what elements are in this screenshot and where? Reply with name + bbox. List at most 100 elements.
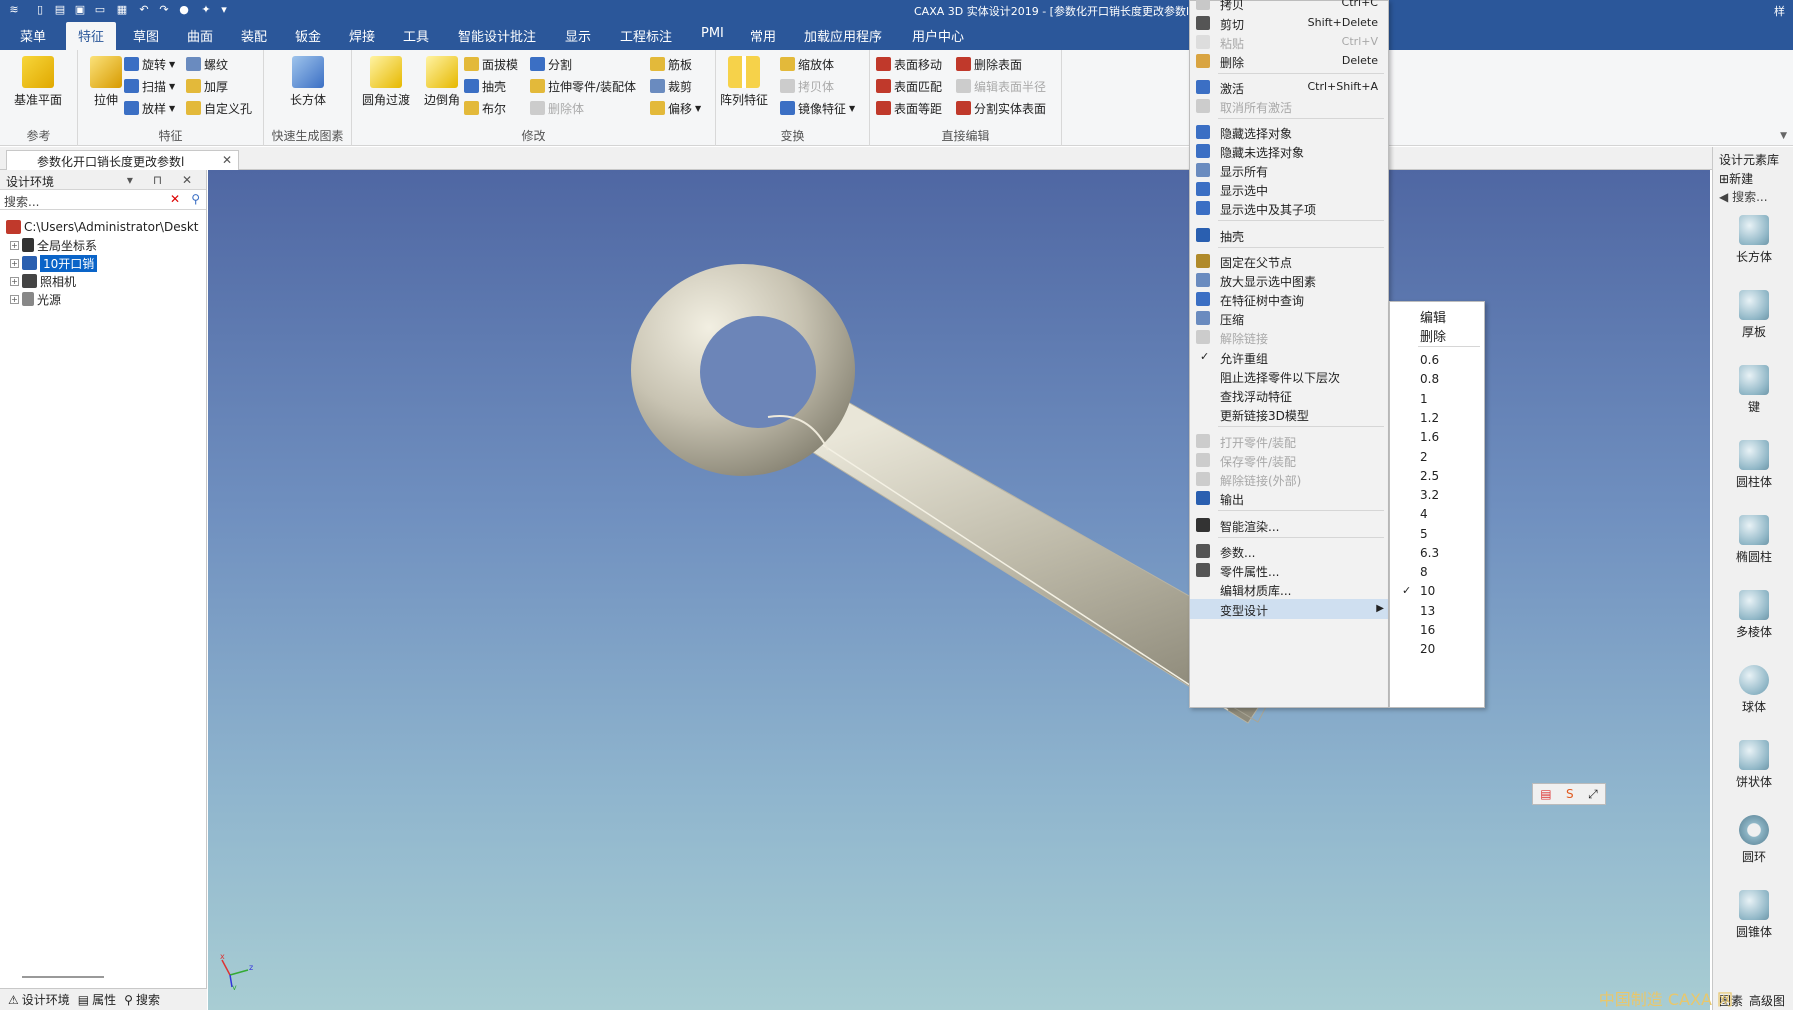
tab-sketch[interactable]: 草图 [133, 26, 159, 45]
menu-item-shell[interactable]: 抽壳 [1190, 225, 1388, 245]
menu-item-variant-design[interactable]: 变型设计 ▶ [1190, 599, 1388, 619]
menu-item-edit-material[interactable]: 编辑材质库... [1190, 579, 1388, 599]
submenu-size[interactable]: 3.2 [1390, 485, 1484, 505]
library-item-cone[interactable]: 圆锥体 [1727, 890, 1781, 940]
menu-item-hide-selected[interactable]: 隐藏选择对象 [1190, 122, 1388, 142]
menu-item-open-part[interactable]: 打开零件/装配 [1190, 431, 1388, 451]
menu-item-unlink-external[interactable]: 解除链接(外部) [1190, 469, 1388, 489]
delete-face-button[interactable]: 删除表面 [956, 54, 1022, 74]
library-item-slab[interactable]: 厚板 [1727, 290, 1781, 340]
library-item-cylinder[interactable]: 圆柱体 [1727, 440, 1781, 490]
open-icon[interactable]: ▤ [52, 2, 68, 16]
tab-engineering-annotation[interactable]: 工程标注 [620, 26, 672, 45]
menu-item-paste[interactable]: 粘贴 Ctrl+V [1190, 32, 1388, 52]
customize-icon[interactable]: ▾ [216, 2, 232, 16]
clear-search-icon[interactable]: ✕ [170, 192, 180, 206]
tree-root[interactable]: C:\Users\Administrator\Deskt [6, 218, 199, 236]
tab-weld[interactable]: 焊接 [349, 26, 375, 45]
submenu-size[interactable]: 6.3 [1390, 543, 1484, 563]
menu-item-activate[interactable]: 激活 Ctrl+Shift+A [1190, 77, 1388, 97]
loft-button[interactable]: 放样 ▼ [124, 98, 175, 118]
tab-load-apps[interactable]: 加载应用程序 [804, 26, 882, 45]
expand-icon[interactable]: + [10, 258, 19, 268]
horizontal-scrollbar[interactable] [22, 976, 104, 978]
menu-item-fix-parent[interactable]: 固定在父节点 [1190, 251, 1388, 271]
tab-search[interactable]: 搜索 [136, 991, 160, 1008]
submenu-size-checked[interactable]: ✓ 10 [1390, 581, 1484, 601]
tab-tools[interactable]: 工具 [403, 26, 429, 45]
new-library-button[interactable]: 新建 [1729, 172, 1753, 186]
folder-icon[interactable]: ▭ [92, 2, 108, 16]
match-face-button[interactable]: 表面匹配 [876, 76, 942, 96]
menu-item-allow-regroup[interactable]: ✓ 允许重组 [1190, 347, 1388, 367]
menu-item-parameters[interactable]: 参数... [1190, 541, 1388, 561]
menu-item-show-selected-children[interactable]: 显示选中及其子项 [1190, 198, 1388, 218]
menu-item-zoom-selected[interactable]: 放大显示选中图素 [1190, 270, 1388, 290]
pdf-icon[interactable]: ▤ [1540, 787, 1551, 801]
scale-body-button[interactable]: 缩放体 [780, 54, 834, 74]
tab-feature[interactable]: 特征 [66, 22, 117, 50]
expand-icon[interactable]: ⤢ [1588, 787, 1598, 802]
menu-item-show-all[interactable]: 显示所有 [1190, 160, 1388, 180]
tab-smart-annotation[interactable]: 智能设计批注 [458, 26, 536, 45]
boolean-button[interactable]: 布尔 [464, 98, 506, 118]
menu-item-suppress[interactable]: 压缩 [1190, 308, 1388, 328]
offset-button[interactable]: 偏移 ▼ [650, 98, 701, 118]
options-icon[interactable]: ✦ [198, 2, 214, 16]
submenu-size[interactable]: 16 [1390, 620, 1484, 640]
custom-hole-button[interactable]: 自定义孔 [186, 98, 252, 118]
tab-advanced-primitives[interactable]: 高级图 [1749, 992, 1785, 1009]
new-icon[interactable]: ▯ [32, 2, 48, 16]
library-item-box[interactable]: 长方体 [1727, 215, 1781, 265]
delete-body-button[interactable]: 删除体 [530, 98, 584, 118]
tab-pmi[interactable]: PMI [701, 26, 724, 41]
save-icon[interactable]: ▣ [72, 2, 88, 16]
library-item-sphere[interactable]: 球体 [1727, 665, 1781, 715]
close-icon[interactable]: ✕ [222, 153, 232, 167]
submenu-size[interactable]: 1.6 [1390, 427, 1484, 447]
submenu-size[interactable]: 20 [1390, 639, 1484, 659]
submenu-size[interactable]: 8 [1390, 562, 1484, 582]
menu-item-deactivate-all[interactable]: 取消所有激活 [1190, 96, 1388, 116]
tree-item-camera[interactable]: + 照相机 [10, 272, 76, 290]
print-icon[interactable]: ▦ [114, 2, 130, 16]
menu-item-smart-render[interactable]: 智能渲染... [1190, 515, 1388, 535]
tab-design-environment[interactable]: 设计环境 [22, 991, 70, 1008]
app-logo-icon[interactable]: ≋ [6, 2, 22, 16]
submenu-item-delete[interactable]: 删除 [1390, 323, 1484, 345]
filter-icon[interactable]: ⚲ [191, 192, 200, 206]
redo-icon[interactable]: ↷ [156, 2, 172, 16]
rib-button[interactable]: 筋板 [650, 54, 692, 74]
menu-item-cut[interactable]: 剪切 Shift+Delete [1190, 13, 1388, 33]
library-item-prism[interactable]: 多棱体 [1727, 590, 1781, 640]
menu-item-show-selected[interactable]: 显示选中 [1190, 179, 1388, 199]
menu-item-update-link[interactable]: 更新链接3D模型 [1190, 404, 1388, 424]
thread-button[interactable]: 螺纹 [186, 54, 228, 74]
fillet-button[interactable]: 圆角过渡 [360, 54, 412, 108]
revolve-button[interactable]: 旋转 ▼ [124, 54, 175, 74]
trim-button[interactable]: 裁剪 [650, 76, 692, 96]
datum-plane-button[interactable]: 基准平面 [12, 54, 64, 108]
pattern-feature-button[interactable]: 阵列特征 [718, 54, 770, 108]
tab-user-center[interactable]: 用户中心 [912, 26, 964, 45]
ribbon-collapse-icon[interactable]: ▼ [1780, 131, 1787, 141]
library-item-pie[interactable]: 饼状体 [1727, 740, 1781, 790]
stretch-part-button[interactable]: 拉伸零件/装配体 [530, 76, 636, 96]
move-face-button[interactable]: 表面移动 [876, 54, 942, 74]
tab-display[interactable]: 显示 [565, 26, 591, 45]
edit-face-radius-button[interactable]: 编辑表面半径 [956, 76, 1046, 96]
menu-item-hide-unselected[interactable]: 隐藏未选择对象 [1190, 141, 1388, 161]
sweep-button[interactable]: 扫描 ▼ [124, 76, 175, 96]
menu-item-part-properties[interactable]: 零件属性... [1190, 560, 1388, 580]
tab-common[interactable]: 常用 [750, 26, 776, 45]
menu-item-unlink[interactable]: 解除链接 [1190, 327, 1388, 347]
menu-item-copy[interactable]: 拷贝 Ctrl+C [1190, 0, 1388, 13]
library-item-key[interactable]: 键 [1727, 365, 1781, 415]
menu-item-save-part[interactable]: 保存零件/装配 [1190, 450, 1388, 470]
tree-item-coordinate-system[interactable]: + 全局坐标系 [10, 236, 97, 254]
s-logo-icon[interactable]: S [1566, 787, 1574, 801]
submenu-size[interactable]: 0.6 [1390, 350, 1484, 370]
panel-controls-icon[interactable]: ▾ ⊓ ✕ [127, 173, 200, 187]
submenu-size[interactable]: 2.5 [1390, 466, 1484, 486]
menu-item-export[interactable]: 输出 [1190, 488, 1388, 508]
